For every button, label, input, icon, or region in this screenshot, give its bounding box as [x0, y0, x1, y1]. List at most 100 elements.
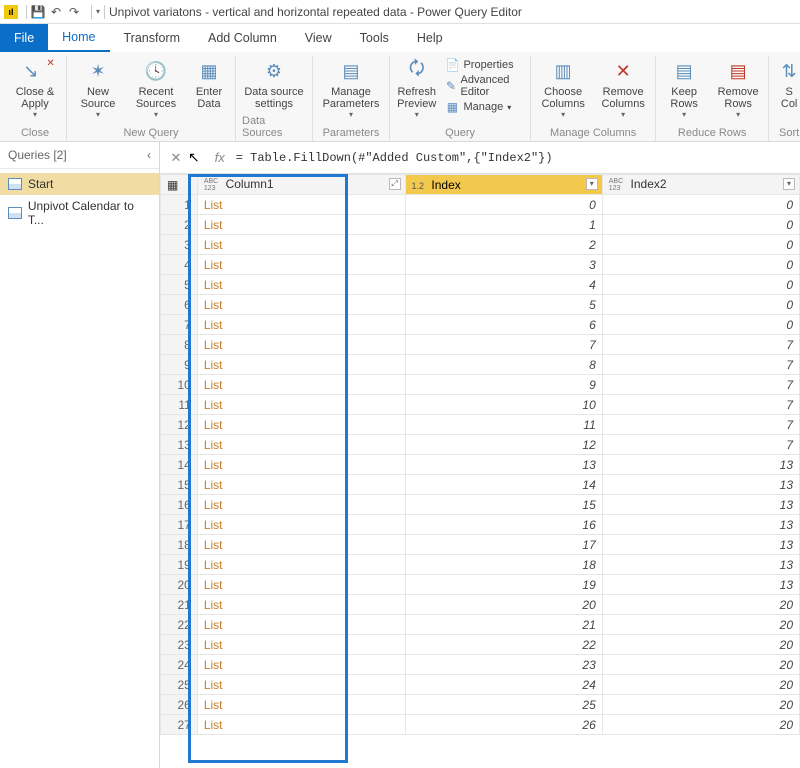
- cell-index2[interactable]: 13: [602, 475, 799, 495]
- table-row[interactable]: 19List1813: [161, 555, 800, 575]
- advanced-editor-button[interactable]: ✎Advanced Editor: [445, 74, 524, 98]
- row-number[interactable]: 2: [161, 215, 198, 235]
- row-number[interactable]: 13: [161, 435, 198, 455]
- cell-index[interactable]: 22: [405, 635, 602, 655]
- cell-index2[interactable]: 13: [602, 455, 799, 475]
- cell-index[interactable]: 16: [405, 515, 602, 535]
- table-row[interactable]: 8List77: [161, 335, 800, 355]
- cell-index[interactable]: 1: [405, 215, 602, 235]
- list-link[interactable]: List: [204, 338, 223, 352]
- row-number[interactable]: 12: [161, 415, 198, 435]
- manage-button[interactable]: ▦Manage▾: [445, 100, 524, 114]
- cell-column1[interactable]: List: [197, 715, 405, 735]
- cell-index2[interactable]: 0: [602, 195, 799, 215]
- row-number[interactable]: 24: [161, 655, 198, 675]
- table-row[interactable]: 12List117: [161, 415, 800, 435]
- formula-cancel-icon[interactable]: ✕: [166, 148, 186, 168]
- cell-index[interactable]: 13: [405, 455, 602, 475]
- cell-index2[interactable]: 7: [602, 375, 799, 395]
- table-row[interactable]: 22 List 2120: [161, 615, 800, 635]
- cell-index2[interactable]: 7: [602, 335, 799, 355]
- list-link[interactable]: List: [204, 718, 223, 732]
- tab-transform[interactable]: Transform: [110, 24, 195, 52]
- cell-column1[interactable]: List: [197, 335, 405, 355]
- table-row[interactable]: 10List97: [161, 375, 800, 395]
- table-row[interactable]: 3List20: [161, 235, 800, 255]
- row-number[interactable]: 27: [161, 715, 198, 735]
- tab-view[interactable]: View: [291, 24, 346, 52]
- cell-column1[interactable]: List: [197, 575, 405, 595]
- close-apply-button[interactable]: ↘✕ Close & Apply ▾: [10, 58, 60, 119]
- save-icon[interactable]: 💾: [31, 5, 45, 19]
- cell-index[interactable]: 0: [405, 195, 602, 215]
- cell-index2[interactable]: 20: [602, 695, 799, 715]
- list-link[interactable]: List: [204, 638, 223, 652]
- table-row[interactable]: 5List40: [161, 275, 800, 295]
- cell-index2[interactable]: 0: [602, 215, 799, 235]
- cell-index2[interactable]: 7: [602, 395, 799, 415]
- cell-index2[interactable]: 0: [602, 255, 799, 275]
- cell-index[interactable]: 4: [405, 275, 602, 295]
- cell-index[interactable]: 26: [405, 715, 602, 735]
- table-row[interactable]: 13List127: [161, 435, 800, 455]
- table-row[interactable]: 18List1713: [161, 535, 800, 555]
- cell-index2[interactable]: 7: [602, 355, 799, 375]
- cell-index[interactable]: 10: [405, 395, 602, 415]
- cell-index[interactable]: 25: [405, 695, 602, 715]
- row-number[interactable]: 8: [161, 335, 198, 355]
- cell-index[interactable]: 21: [405, 615, 602, 635]
- table-row[interactable]: 27List2620: [161, 715, 800, 735]
- list-link[interactable]: List: [204, 538, 223, 552]
- cell-index[interactable]: 3: [405, 255, 602, 275]
- col-header-column1[interactable]: ABC 123 Column1 ⤢: [197, 175, 405, 195]
- table-row[interactable]: 1 List 00: [161, 195, 800, 215]
- row-corner[interactable]: ▦: [161, 175, 198, 195]
- tab-home[interactable]: Home: [48, 24, 109, 52]
- cell-index2[interactable]: 0: [602, 275, 799, 295]
- row-number[interactable]: 3: [161, 235, 198, 255]
- cell-column1[interactable]: List: [197, 515, 405, 535]
- list-link[interactable]: List: [204, 298, 223, 312]
- row-number[interactable]: 16: [161, 495, 198, 515]
- table-row[interactable]: 2List10: [161, 215, 800, 235]
- row-number[interactable]: 18: [161, 535, 198, 555]
- row-number[interactable]: 11: [161, 395, 198, 415]
- list-link[interactable]: List: [204, 678, 223, 692]
- cell-index[interactable]: 23: [405, 655, 602, 675]
- cell-index[interactable]: 11: [405, 415, 602, 435]
- cell-column1[interactable]: List: [197, 395, 405, 415]
- refresh-preview-button[interactable]: 🗘 Refresh Preview ▾: [396, 58, 437, 119]
- cell-column1[interactable]: List: [197, 215, 405, 235]
- properties-button[interactable]: 📄Properties: [445, 58, 524, 72]
- cell-index2[interactable]: 0: [602, 235, 799, 255]
- table-row[interactable]: 9List87: [161, 355, 800, 375]
- list-link[interactable]: List: [204, 358, 223, 372]
- cell-index2[interactable]: 13: [602, 555, 799, 575]
- index2-filter-icon[interactable]: ▾: [783, 178, 795, 190]
- list-link[interactable]: List: [204, 618, 223, 632]
- cell-index2[interactable]: 13: [602, 495, 799, 515]
- cell-column1[interactable]: List: [197, 315, 405, 335]
- cell-index2[interactable]: 0: [602, 295, 799, 315]
- cell-column1[interactable]: List: [197, 595, 405, 615]
- row-number[interactable]: 1: [161, 195, 198, 215]
- list-link[interactable]: List: [204, 198, 223, 212]
- cell-column1[interactable]: List: [197, 675, 405, 695]
- list-link[interactable]: List: [204, 598, 223, 612]
- col1-expand-icon[interactable]: ⤢: [389, 178, 401, 190]
- row-number[interactable]: 20: [161, 575, 198, 595]
- row-number[interactable]: 22: [161, 615, 198, 635]
- cell-index2[interactable]: 20: [602, 655, 799, 675]
- row-number[interactable]: 14: [161, 455, 198, 475]
- cell-index[interactable]: 8: [405, 355, 602, 375]
- tab-help[interactable]: Help: [403, 24, 457, 52]
- query-item[interactable]: Start: [0, 173, 159, 195]
- table-row[interactable]: 26List2520: [161, 695, 800, 715]
- table-row[interactable]: 6List50: [161, 295, 800, 315]
- cell-index2[interactable]: 20: [602, 615, 799, 635]
- list-link[interactable]: List: [204, 398, 223, 412]
- cell-index[interactable]: 6: [405, 315, 602, 335]
- remove-rows-button[interactable]: ▤ Remove Rows ▾: [714, 58, 762, 119]
- new-source-button[interactable]: ✶ New Source ▾: [73, 58, 123, 119]
- cell-index[interactable]: 19: [405, 575, 602, 595]
